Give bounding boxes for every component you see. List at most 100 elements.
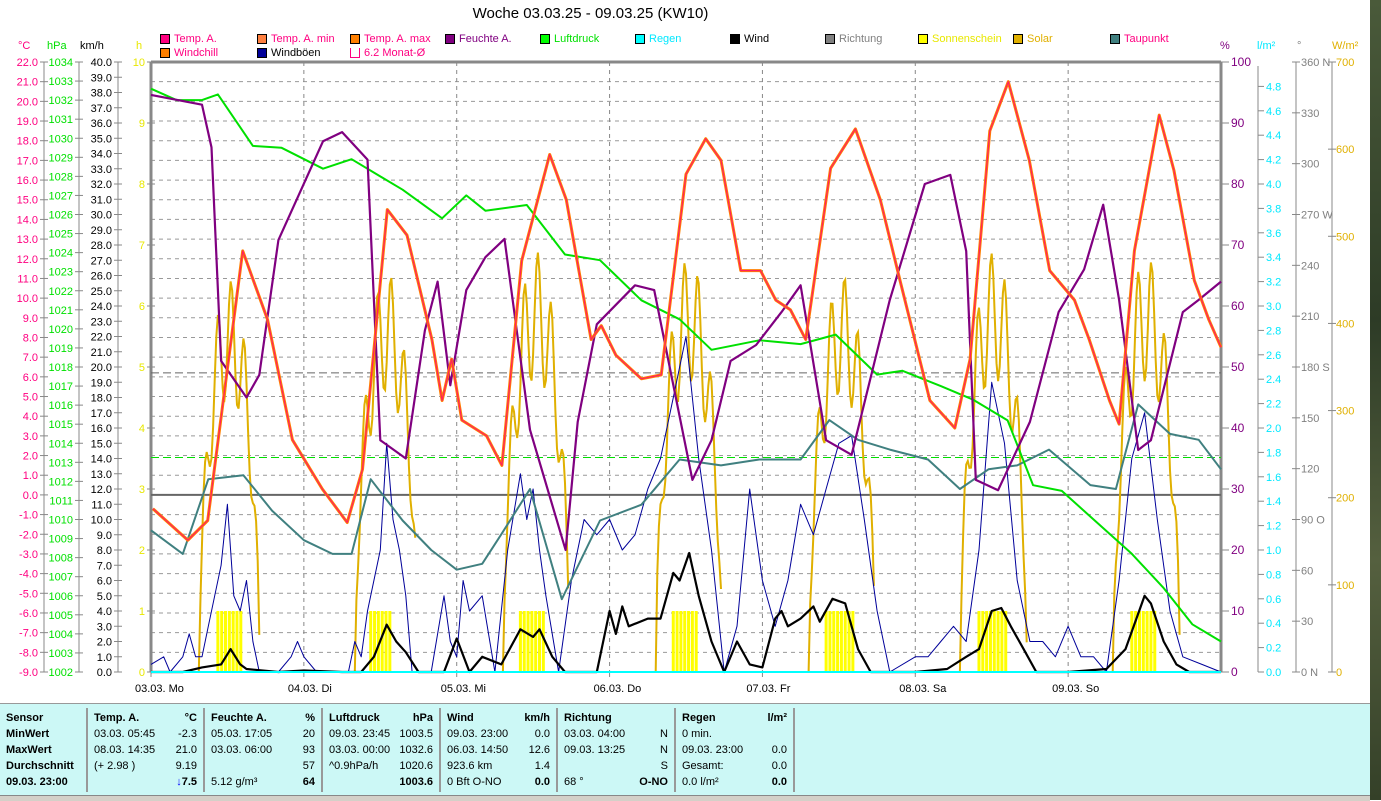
wind-tick-label: 40.0 <box>91 57 112 69</box>
temp-tick-label: 6.0 <box>23 372 38 384</box>
wind-tick-label: 1.0 <box>97 652 112 664</box>
stats-row: Gesamt: 0.0 <box>682 760 787 776</box>
day-label-6: 09.03. So <box>1052 683 1099 695</box>
stats-label: 09.03. 13:25 <box>564 744 626 756</box>
sunshine-bar <box>851 611 855 672</box>
stats-value: 0.0 <box>771 776 787 788</box>
stats-label: ^0.9hPa/h <box>329 760 379 772</box>
temp-tick-label: 21.0 <box>17 77 38 89</box>
sunshine-bar <box>384 611 388 672</box>
pressure-tick-label: 1022 <box>49 286 73 298</box>
sunshine-tick-label: 8 <box>139 179 145 191</box>
rain-tick-label: 4.8 <box>1266 81 1281 93</box>
stats-label: 923.6 km <box>447 760 493 772</box>
wind-tick-label: 36.0 <box>91 118 112 130</box>
direction-tick-label: 180 S <box>1301 362 1330 374</box>
rain-tick-label: 4.0 <box>1266 179 1281 191</box>
stats-row: 923.6 km 1.4 <box>447 760 550 776</box>
stats-value: 9.19 <box>175 760 197 772</box>
rain-tick-label: 3.6 <box>1266 228 1281 240</box>
rain-tick-label: 3.2 <box>1266 277 1281 289</box>
pressure-tick-label: 1006 <box>49 591 73 603</box>
sunshine-tick-label: 4 <box>139 423 145 435</box>
pressure-tick-label: 1028 <box>49 171 73 183</box>
stats-header: Regen l/m² <box>682 712 787 728</box>
stats-value: 57 <box>302 760 315 772</box>
wind-tick-label: 16.0 <box>91 423 112 435</box>
sunshine-bar <box>231 611 235 672</box>
sunshine-bar <box>824 611 828 672</box>
sunshine-bar <box>828 611 832 672</box>
sunshine-tick-label: 2 <box>139 545 145 557</box>
stats-label: (+ 2.98 ) <box>94 760 136 772</box>
stats-value: 1020.6 <box>399 760 433 772</box>
temp-tick-label: 5.0 <box>23 392 38 404</box>
stats-value: hPa <box>412 712 433 724</box>
temp-tick-label: 0.0 <box>23 490 38 502</box>
stats-row: 09.03. 23:45 1003.5 <box>329 728 433 744</box>
sunshine-bar <box>216 611 220 672</box>
pressure-tick-label: 1018 <box>49 362 73 374</box>
wind-tick-label: 30.0 <box>91 210 112 222</box>
pressure-tick-label: 1016 <box>49 400 73 412</box>
temp-tick-label: -4.0 <box>19 569 38 581</box>
sunshine-bar <box>518 611 522 672</box>
stats-label: 03.03. 05:45 <box>94 728 156 740</box>
rain-tick-label: 1.8 <box>1266 447 1281 459</box>
direction-tick-label: 360 N <box>1301 57 1330 69</box>
wind-tick-label: 2.0 <box>97 637 112 649</box>
rain-tick-label: 3.4 <box>1266 252 1281 264</box>
day-label-4: 07.03. Fr <box>746 683 790 695</box>
temp-tick-label: 7.0 <box>23 352 38 364</box>
pressure-tick-label: 1010 <box>49 515 73 527</box>
wind-tick-label: 21.0 <box>91 347 112 359</box>
direction-tick-label: 60 <box>1301 565 1313 577</box>
humidity-tick-label: 70 <box>1231 238 1245 252</box>
stats-label: 5.12 g/m³ <box>211 776 258 788</box>
sunshine-bar <box>671 611 675 672</box>
stats-value: ↓7.5 <box>176 776 197 788</box>
direction-tick-label: 330 <box>1301 108 1319 120</box>
humidity-tick-label: 20 <box>1231 543 1245 557</box>
wind-tick-label: 26.0 <box>91 271 112 283</box>
solar-tick-label: 700 <box>1336 57 1354 69</box>
stats-column: Wind km/h 09.03. 23:00 0.0 06.03. 14:50 12.6 9… <box>441 708 558 792</box>
horizontal-scrollbar[interactable] <box>0 795 1370 801</box>
pressure-tick-label: 1026 <box>49 210 73 222</box>
sunshine-bar <box>1000 611 1004 672</box>
wind-tick-label: 18.0 <box>91 393 112 405</box>
solar-line-day-3 <box>654 263 722 673</box>
stats-label: 08.03. 14:35 <box>94 744 156 756</box>
rain-tick-label: 4.2 <box>1266 155 1281 167</box>
stats-row: 05.03. 17:05 20 <box>211 728 315 744</box>
stats-label: 03.03. 06:00 <box>211 744 273 756</box>
sunshine-bar <box>679 611 683 672</box>
temp-tick-label: 22.0 <box>17 57 38 69</box>
stats-value: 1032.6 <box>399 744 433 756</box>
stats-value: 12.6 <box>528 744 550 756</box>
wind-tick-label: 39.0 <box>91 72 112 84</box>
stats-value: % <box>305 712 315 724</box>
stats-row: MaxWert <box>6 744 80 760</box>
stats-value: 0.0 <box>771 760 787 772</box>
stats-header: Sensor <box>6 712 80 728</box>
stats-header: Feuchte A.% <box>211 712 315 728</box>
stats-value: 0.0 <box>534 776 550 788</box>
sunshine-bar <box>839 611 843 672</box>
stats-row: 09.03. 23:00 0.0 <box>447 728 550 744</box>
stats-value: O-NO <box>639 776 668 788</box>
stats-label: 09.03. 23:00 <box>6 776 68 788</box>
stats-label: Regen <box>682 712 716 724</box>
wind-tick-label: 37.0 <box>91 103 112 115</box>
sunshine-tick-label: 9 <box>139 118 145 130</box>
wind-tick-label: 35.0 <box>91 133 112 145</box>
stats-header: Temp. A. °C <box>94 712 197 728</box>
pressure-tick-label: 1020 <box>49 324 73 336</box>
wind-tick-label: 4.0 <box>97 606 112 618</box>
solar-tick-label: 600 <box>1336 144 1354 156</box>
temp-tick-label: 4.0 <box>23 411 38 423</box>
sunshine-tick-label: 1 <box>139 606 145 618</box>
solar-tick-label: 400 <box>1336 318 1354 330</box>
temp-tick-label: 19.0 <box>17 116 38 128</box>
temp-tick-label: 15.0 <box>17 195 38 207</box>
